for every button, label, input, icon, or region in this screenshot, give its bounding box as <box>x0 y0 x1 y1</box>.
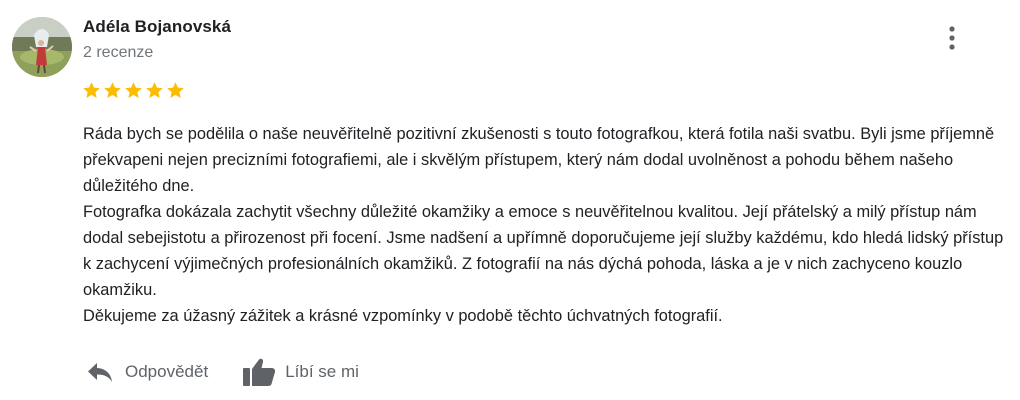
reply-label: Odpovědět <box>125 362 209 381</box>
star-icon <box>104 82 121 98</box>
review-paragraph-1: Ráda bych se podělila o naše neuvěřiteln… <box>83 125 995 195</box>
author-review-count[interactable]: 2 recenze <box>83 44 153 62</box>
author-name[interactable]: Adéla Bojanovská <box>83 17 231 37</box>
review-text: Ráda bych se podělila o naše neuvěřiteln… <box>83 121 1008 329</box>
more-vertical-icon <box>949 26 955 50</box>
review-actions: Odpovědět Líbí se mi <box>86 352 359 392</box>
like-button[interactable]: Líbí se mi <box>242 357 359 387</box>
author-avatar[interactable] <box>12 17 72 77</box>
review-paragraph-3: Děkujeme za úžasný zážitek a krásné vzpo… <box>83 307 723 325</box>
review-card: Adéla Bojanovská 2 recenze Ráda bych se … <box>0 0 1020 400</box>
reply-button[interactable]: Odpovědět <box>86 361 208 383</box>
reply-icon <box>88 363 112 382</box>
avatar-photo <box>12 17 72 77</box>
like-label: Líbí se mi <box>285 362 359 381</box>
thumbs-up-icon <box>243 358 276 386</box>
star-icon <box>83 82 100 98</box>
star-icon <box>125 82 142 98</box>
star-icon <box>146 82 163 98</box>
star-rating <box>82 81 185 100</box>
review-paragraph-2: Fotografka dokázala zachytit všechny důl… <box>83 203 1004 299</box>
more-options-button[interactable] <box>940 22 964 54</box>
star-icon <box>167 82 184 98</box>
